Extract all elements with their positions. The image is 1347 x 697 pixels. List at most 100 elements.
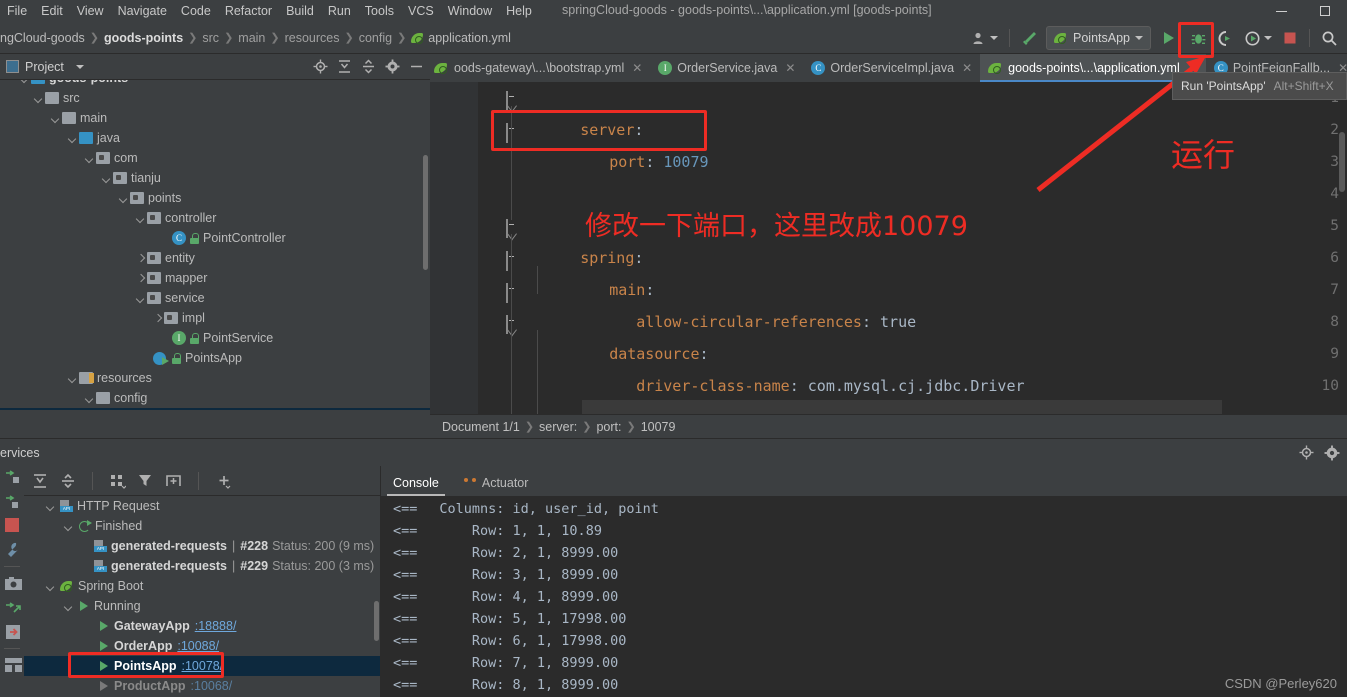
app-port-link[interactable]: :10088/ bbox=[177, 639, 219, 653]
locate-icon[interactable] bbox=[1299, 445, 1314, 460]
chevron-down-icon[interactable] bbox=[46, 501, 57, 512]
hide-panel-icon[interactable] bbox=[409, 59, 424, 74]
services-node-spring-boot[interactable]: Spring Boot bbox=[24, 576, 380, 596]
services-node-finished[interactable]: Finished bbox=[24, 516, 380, 536]
tree-row[interactable]: PointsApp bbox=[0, 348, 430, 368]
fold-marker[interactable] bbox=[506, 283, 518, 303]
tree-row[interactable]: impl bbox=[0, 308, 430, 328]
fold-marker[interactable] bbox=[506, 91, 518, 110]
camera-icon[interactable] bbox=[4, 576, 22, 591]
menu-item-window[interactable]: Window bbox=[441, 1, 499, 21]
services-tree[interactable]: HTTP Request Finished generated-requests… bbox=[24, 496, 380, 697]
services-app-gatewayapp[interactable]: GatewayApp :18888/ bbox=[24, 616, 380, 636]
chevron-down-icon[interactable] bbox=[102, 173, 113, 184]
tab-console[interactable]: Console bbox=[381, 472, 451, 496]
chevron-down-icon[interactable] bbox=[51, 113, 62, 124]
minimize-button[interactable] bbox=[1259, 0, 1303, 22]
run-button[interactable] bbox=[1155, 26, 1183, 50]
build-button[interactable] bbox=[1018, 26, 1042, 50]
tab-bootstrap-yml[interactable]: oods-gateway\...\bootstrap.yml ✕ bbox=[430, 54, 650, 82]
locate-icon[interactable] bbox=[313, 59, 328, 74]
menu-item-code[interactable]: Code bbox=[174, 1, 218, 21]
editor-scrollbar[interactable] bbox=[1339, 132, 1345, 192]
tree-row[interactable]: java bbox=[0, 128, 430, 148]
menu-item-build[interactable]: Build bbox=[279, 1, 321, 21]
services-node-running[interactable]: Running bbox=[24, 596, 380, 616]
breadcrumb-item-src[interactable]: src bbox=[202, 31, 219, 45]
stop-button[interactable] bbox=[1279, 26, 1301, 50]
restart-icon[interactable] bbox=[5, 600, 21, 615]
chevron-down-icon[interactable] bbox=[34, 93, 45, 104]
tab-orderservice-java[interactable]: I OrderService.java ✕ bbox=[650, 54, 803, 82]
fold-marker[interactable] bbox=[506, 219, 518, 238]
add-icon[interactable] bbox=[216, 473, 231, 489]
project-tree-scrollbar[interactable] bbox=[423, 155, 428, 270]
tree-row[interactable]: mapper bbox=[0, 268, 430, 288]
editor-gutter[interactable] bbox=[430, 82, 478, 414]
tree-row[interactable]: entity bbox=[0, 248, 430, 268]
app-port-link[interactable]: :10078/ bbox=[182, 659, 224, 673]
collapse-all-icon[interactable] bbox=[361, 59, 376, 74]
breadcrumb-item-file[interactable]: application.yml bbox=[428, 31, 511, 45]
tree-row[interactable]: I PointService bbox=[0, 328, 430, 348]
chevron-right-icon[interactable] bbox=[153, 313, 164, 324]
fold-marker[interactable] bbox=[506, 315, 518, 334]
tree-row[interactable]: points bbox=[0, 188, 430, 208]
wrench-icon[interactable] bbox=[5, 542, 20, 557]
menu-item-navigate[interactable]: Navigate bbox=[111, 1, 174, 21]
breadcrumb-item-main[interactable]: main bbox=[238, 31, 265, 45]
chevron-down-icon[interactable] bbox=[64, 521, 75, 532]
chevron-down-icon[interactable] bbox=[68, 373, 79, 384]
run-service-icon[interactable] bbox=[5, 470, 20, 485]
menu-item-help[interactable]: Help bbox=[499, 1, 539, 21]
chevron-down-icon[interactable] bbox=[75, 64, 84, 69]
chevron-down-icon[interactable] bbox=[64, 601, 75, 612]
breadcrumb-item-resources[interactable]: resources bbox=[285, 31, 340, 45]
chevron-right-icon[interactable] bbox=[136, 273, 147, 284]
close-icon[interactable]: ✕ bbox=[632, 61, 642, 75]
run-configuration-selector[interactable]: PointsApp bbox=[1046, 26, 1151, 50]
tree-row[interactable]: config bbox=[0, 388, 430, 408]
close-icon[interactable]: ✕ bbox=[962, 61, 972, 75]
app-port-link[interactable]: :10068/ bbox=[191, 679, 233, 693]
chevron-down-icon[interactable] bbox=[68, 133, 79, 144]
exit-icon[interactable] bbox=[5, 624, 20, 639]
services-node-http-request[interactable]: HTTP Request bbox=[24, 496, 380, 516]
filter-icon[interactable] bbox=[138, 473, 153, 488]
chevron-down-icon[interactable] bbox=[20, 80, 31, 84]
menu-item-file[interactable]: File bbox=[0, 1, 34, 21]
services-app-productapp[interactable]: ProductApp :10068/ bbox=[24, 676, 380, 696]
project-tree[interactable]: goods-points src main java com tianju bbox=[0, 80, 430, 410]
chevron-down-icon[interactable] bbox=[46, 581, 57, 592]
breadcrumb-item-module[interactable]: goods-points bbox=[104, 31, 183, 45]
chevron-right-icon[interactable] bbox=[136, 253, 147, 264]
services-app-pointsapp[interactable]: PointsApp :10078/ bbox=[24, 656, 380, 676]
maximize-button[interactable] bbox=[1303, 0, 1347, 22]
layout-icon[interactable] bbox=[4, 658, 22, 673]
services-tree-scrollbar[interactable] bbox=[374, 601, 379, 641]
tree-row[interactable]: src bbox=[0, 88, 430, 108]
add-frame-icon[interactable] bbox=[166, 473, 181, 488]
yaml-path-value[interactable]: 10079 bbox=[641, 420, 676, 434]
expand-all-icon[interactable] bbox=[337, 59, 352, 74]
tree-row[interactable]: com bbox=[0, 148, 430, 168]
console-output[interactable]: <== Columns: id, user_id, point <== Row: … bbox=[381, 496, 1347, 697]
rerun-icon[interactable] bbox=[5, 494, 20, 509]
settings-gear-icon[interactable] bbox=[1324, 445, 1340, 461]
services-app-orderapp[interactable]: OrderApp :10088/ bbox=[24, 636, 380, 656]
tree-row[interactable]: resources bbox=[0, 368, 430, 388]
tree-row-selected[interactable]: application.yml bbox=[0, 408, 430, 410]
profiler-button[interactable] bbox=[1241, 26, 1275, 50]
app-port-link[interactable]: :18888/ bbox=[195, 619, 237, 633]
chevron-down-icon[interactable] bbox=[85, 393, 96, 404]
chevron-down-icon[interactable] bbox=[119, 193, 130, 204]
tab-orderserviceimpl-java[interactable]: C OrderServiceImpl.java ✕ bbox=[803, 54, 980, 82]
chevron-down-icon[interactable] bbox=[136, 213, 147, 224]
services-request-row[interactable]: generated-requests | #228 Status: 200 (9… bbox=[24, 536, 380, 556]
expand-all-icon[interactable] bbox=[32, 473, 47, 488]
run-with-coverage-button[interactable] bbox=[1214, 26, 1237, 50]
menu-item-refactor[interactable]: Refactor bbox=[218, 1, 279, 21]
debug-button[interactable] bbox=[1187, 26, 1210, 50]
settings-gear-icon[interactable] bbox=[385, 59, 400, 74]
tree-row[interactable]: main bbox=[0, 108, 430, 128]
